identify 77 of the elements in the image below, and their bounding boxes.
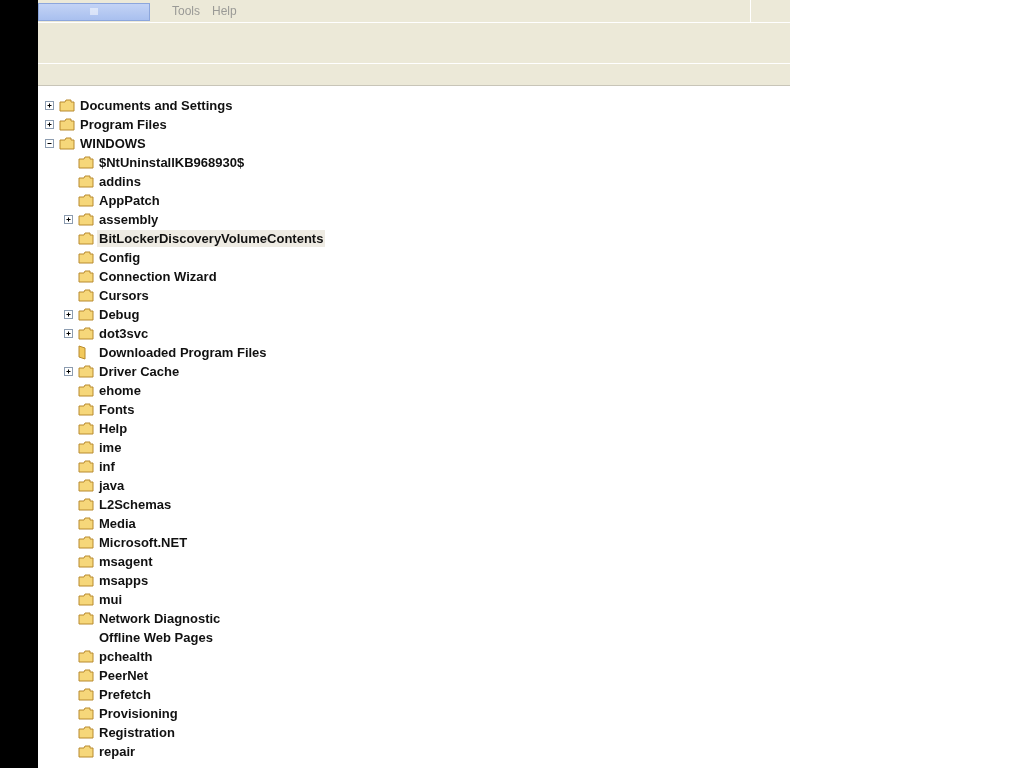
folder-icon (78, 593, 94, 606)
tree-item[interactable]: msapps (97, 572, 151, 589)
folder-icon (78, 345, 87, 360)
folder-icon (78, 536, 94, 549)
folder-icon (78, 289, 94, 302)
tree-item[interactable]: Fonts (97, 401, 137, 418)
tree-item[interactable]: BitLockerDiscoveryVolumeContents (97, 230, 326, 247)
folder-icon (78, 612, 94, 625)
tree-item[interactable]: pchealth (97, 648, 155, 665)
tree-item[interactable]: Config (97, 249, 143, 266)
tree-item[interactable]: Provisioning (97, 705, 180, 722)
folder-icon (59, 137, 75, 150)
expand-icon[interactable] (64, 367, 73, 376)
folder-icon (78, 422, 94, 435)
scroll-thumb[interactable] (38, 2, 150, 21)
tree-item[interactable]: addins (97, 173, 143, 190)
folder-icon (78, 441, 94, 454)
tree-item[interactable]: Debug (97, 306, 142, 323)
collapse-icon[interactable] (45, 139, 54, 148)
tree-item[interactable]: Connection Wizard (97, 268, 219, 285)
tree-item[interactable]: dot3svc (97, 325, 151, 342)
folder-icon (78, 384, 94, 397)
folder-icon (78, 498, 94, 511)
folder-icon (78, 574, 94, 587)
tree-item[interactable]: ime (97, 439, 124, 456)
tree-item[interactable]: Network Diagnostic (97, 610, 223, 627)
expand-icon[interactable] (64, 310, 73, 319)
folder-icon (78, 308, 94, 321)
folder-icon (78, 688, 94, 701)
folder-icon (78, 650, 94, 663)
folder-icon (78, 270, 94, 283)
expand-icon[interactable] (45, 101, 54, 110)
folder-icon (78, 365, 94, 378)
folder-icon (78, 156, 94, 169)
tree-item[interactable]: AppPatch (97, 192, 162, 209)
folder-icon (78, 232, 94, 245)
tree-item[interactable]: L2Schemas (97, 496, 174, 513)
folder-icon (78, 194, 94, 207)
tree-item[interactable]: java (97, 477, 127, 494)
tree-item[interactable]: Media (97, 515, 138, 532)
folder-icon (78, 479, 94, 492)
tree-item[interactable]: mui (97, 591, 125, 608)
tree-item[interactable]: Registration (97, 724, 177, 741)
folder-icon (78, 517, 94, 530)
folder-icon (78, 726, 94, 739)
tree-item[interactable]: ehome (97, 382, 143, 399)
folder-icon (78, 327, 94, 340)
tree-item[interactable]: assembly (97, 211, 161, 228)
tree-item[interactable]: msagent (97, 553, 155, 570)
folder-icon (78, 745, 94, 758)
folder-icon (59, 99, 75, 112)
expand-icon[interactable] (45, 120, 54, 129)
tree-item[interactable]: WINDOWS (78, 135, 148, 152)
folder-icon (78, 707, 94, 720)
folder-icon (78, 403, 94, 416)
tree-item[interactable]: repair (97, 743, 138, 760)
tree-item[interactable]: Prefetch (97, 686, 154, 703)
folder-icon (78, 669, 94, 682)
tree-item[interactable]: Cursors (97, 287, 151, 304)
folder-icon (78, 251, 94, 264)
folder-icon (78, 555, 94, 568)
tree-item[interactable]: PeerNet (97, 667, 151, 684)
folder-icon (78, 460, 94, 473)
folder-icon (78, 213, 94, 226)
tree-item[interactable]: Offline Web Pages (97, 629, 215, 646)
tree-item[interactable]: $NtUninstallKB968930$ (97, 154, 247, 171)
expand-icon[interactable] (64, 329, 73, 338)
tree-item[interactable]: Driver Cache (97, 363, 182, 380)
tree-item[interactable]: Microsoft.NET (97, 534, 190, 551)
folder-icon (78, 175, 94, 188)
tree-item[interactable]: Help (97, 420, 130, 437)
tree-item[interactable]: Downloaded Program Files (97, 344, 269, 361)
folder-icon (59, 118, 75, 131)
expand-icon[interactable] (64, 215, 73, 224)
tree-item[interactable]: Documents and Settings (78, 97, 235, 114)
tree-item[interactable]: inf (97, 458, 117, 475)
tree-item[interactable]: Program Files (78, 116, 169, 133)
